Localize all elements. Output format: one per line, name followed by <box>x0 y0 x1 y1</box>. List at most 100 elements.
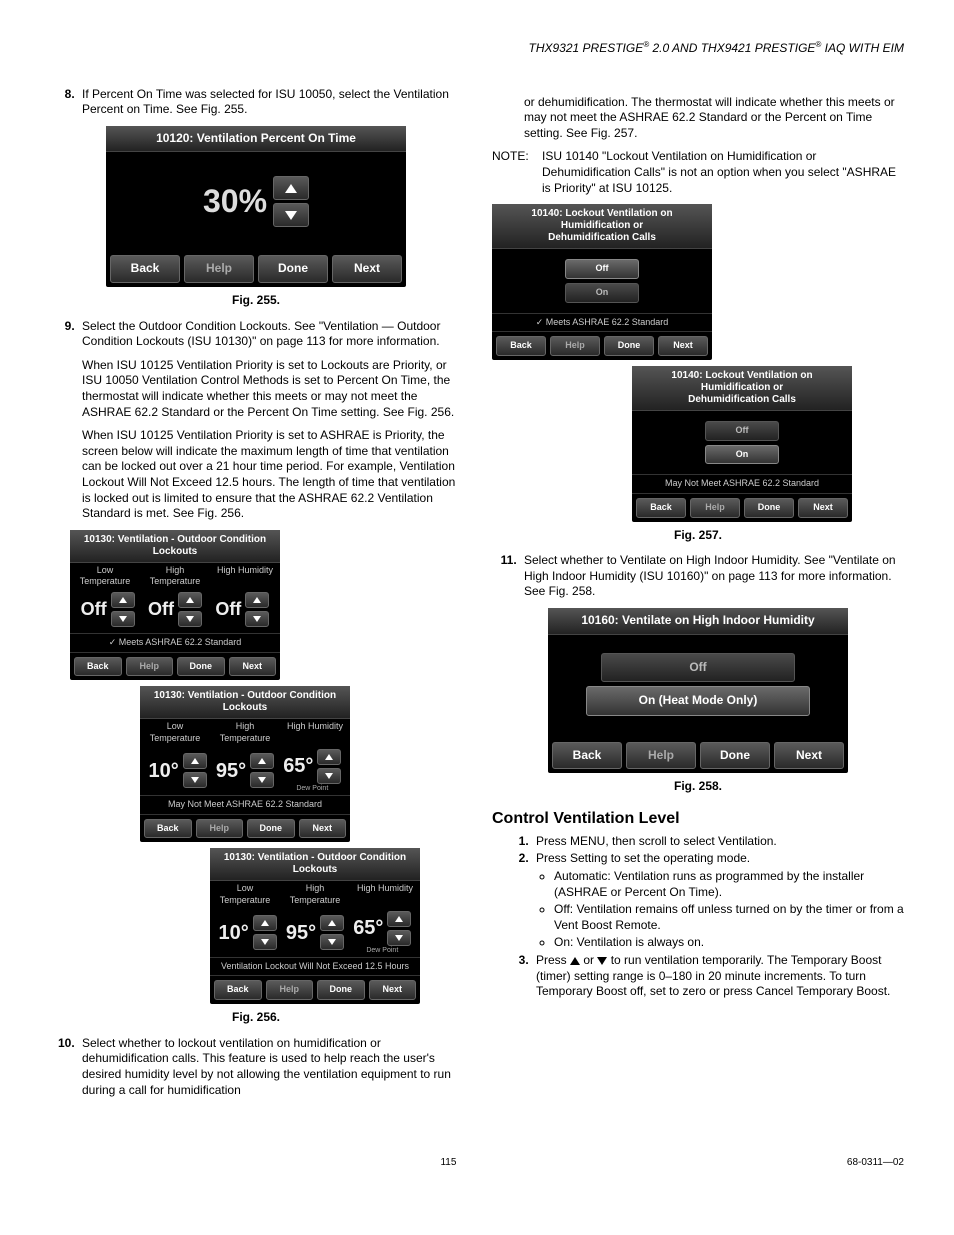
step-8: If Percent On Time was selected for ISU … <box>78 87 462 118</box>
down-arrow-button[interactable] <box>250 772 274 788</box>
down-triangle-icon <box>597 957 607 965</box>
cv-step-3: Press or to run ventilation temporarily.… <box>532 953 904 1000</box>
back-button[interactable]: Back <box>110 255 180 283</box>
screen-title: 10160: Ventilate on High Indoor Humidity <box>548 608 848 635</box>
back-button[interactable]: Back <box>74 657 122 677</box>
up-arrow-button[interactable] <box>387 911 411 927</box>
para-9b: When ISU 10125 Ventilation Priority is s… <box>82 428 462 522</box>
up-arrow-button[interactable] <box>273 176 309 200</box>
up-arrow-button[interactable] <box>320 915 344 931</box>
cv-bullet-auto: Automatic: Ventilation runs as programme… <box>554 869 904 900</box>
down-arrow-button[interactable] <box>317 768 341 784</box>
down-arrow-button[interactable] <box>178 611 202 627</box>
screen-title: 10140: Lockout Ventilation on Humidifica… <box>492 204 712 249</box>
down-arrow-button[interactable] <box>387 930 411 946</box>
back-button[interactable]: Back <box>214 980 262 1000</box>
dew-point-label: Dew Point <box>296 784 328 793</box>
val-hum: Off <box>215 598 241 621</box>
val-high: 95° <box>216 758 246 784</box>
next-button[interactable]: Next <box>299 819 347 839</box>
next-button[interactable]: Next <box>369 980 417 1000</box>
help-button[interactable]: Help <box>184 255 254 283</box>
down-arrow-button[interactable] <box>320 934 344 950</box>
screen-title: 10130: Ventilation - Outdoor Condition L… <box>210 848 420 881</box>
option-on-heat[interactable]: On (Heat Mode Only) <box>586 686 810 716</box>
next-button[interactable]: Next <box>658 336 708 356</box>
step-10: Select whether to lockout ventilation on… <box>78 1036 462 1098</box>
cont-10: or dehumidification. The thermostat will… <box>524 95 904 142</box>
hdr-high: High Temperature <box>140 563 210 590</box>
hdr-low: Low Temperature <box>140 719 210 746</box>
page-footer: 115 68-0311—02 <box>50 1156 904 1169</box>
cv-bullet-off: Off: Ventilation remains off unless turn… <box>554 902 904 933</box>
cv-step-2: Press Setting to set the operating mode.… <box>532 851 904 951</box>
hdr-high: High Temperature <box>280 881 350 908</box>
done-button[interactable]: Done <box>604 336 654 356</box>
up-arrow-button[interactable] <box>111 592 135 608</box>
done-button[interactable]: Done <box>247 819 295 839</box>
fig256-caption: Fig. 256. <box>50 1010 462 1026</box>
option-off[interactable]: Off <box>565 259 639 279</box>
down-arrow-button[interactable] <box>253 934 277 950</box>
down-arrow-button[interactable] <box>183 772 207 788</box>
section-heading: Control Ventilation Level <box>492 809 904 830</box>
done-button[interactable]: Done <box>258 255 328 283</box>
val-low: 10° <box>219 920 249 946</box>
option-off[interactable]: Off <box>705 421 779 441</box>
meets-standard: Meets ASHRAE 62.2 Standard <box>70 633 280 653</box>
next-button[interactable]: Next <box>332 255 402 283</box>
up-arrow-button[interactable] <box>178 592 202 608</box>
screen-title: 10120: Ventilation Percent On Time <box>106 126 406 153</box>
page-number: 115 <box>440 1156 456 1169</box>
option-on[interactable]: On <box>565 283 639 303</box>
back-button[interactable]: Back <box>636 498 686 518</box>
note-body: ISU 10140 "Lockout Ventilation on Humidi… <box>542 149 904 196</box>
back-button[interactable]: Back <box>144 819 192 839</box>
back-button[interactable]: Back <box>552 742 622 770</box>
up-arrow-button[interactable] <box>317 749 341 765</box>
help-button[interactable]: Help <box>550 336 600 356</box>
cv-step-1: Press MENU, then scroll to select Ventil… <box>532 834 904 850</box>
done-button[interactable]: Done <box>317 980 365 1000</box>
right-column: or dehumidification. The thermostat will… <box>492 87 904 1107</box>
page-header: THX9321 PRESTIGE® 2.0 AND THX9421 PRESTI… <box>50 40 904 57</box>
fig255-caption: Fig. 255. <box>50 293 462 309</box>
help-button[interactable]: Help <box>126 657 174 677</box>
up-arrow-button[interactable] <box>183 753 207 769</box>
fig257-screen-b: 10140: Lockout Ventilation on Humidifica… <box>632 366 852 522</box>
up-arrow-button[interactable] <box>245 592 269 608</box>
next-button[interactable]: Next <box>798 498 848 518</box>
down-arrow-button[interactable] <box>245 611 269 627</box>
val-low: 10° <box>149 758 179 784</box>
next-button[interactable]: Next <box>774 742 844 770</box>
done-button[interactable]: Done <box>700 742 770 770</box>
fig256-screen-b: 10130: Ventilation - Outdoor Condition L… <box>140 686 350 842</box>
help-button[interactable]: Help <box>196 819 244 839</box>
help-button[interactable]: Help <box>626 742 696 770</box>
val-low: Off <box>81 598 107 621</box>
maynot-standard: May Not Meet ASHRAE 62.2 Standard <box>140 795 350 815</box>
down-arrow-button[interactable] <box>273 203 309 227</box>
note-label: NOTE: <box>492 149 542 196</box>
next-button[interactable]: Next <box>229 657 277 677</box>
left-column: If Percent On Time was selected for ISU … <box>50 87 462 1107</box>
hdr-high: High Temperature <box>210 719 280 746</box>
hdr-low: Low Temperature <box>70 563 140 590</box>
maynot-standard: May Not Meet ASHRAE 62.2 Standard <box>632 474 852 494</box>
option-on[interactable]: On <box>705 445 779 465</box>
done-button[interactable]: Done <box>744 498 794 518</box>
help-button[interactable]: Help <box>266 980 314 1000</box>
up-arrow-button[interactable] <box>253 915 277 931</box>
back-button[interactable]: Back <box>496 336 546 356</box>
help-button[interactable]: Help <box>690 498 740 518</box>
done-button[interactable]: Done <box>177 657 225 677</box>
hdr-hum: High Humidity <box>350 881 420 908</box>
up-arrow-button[interactable] <box>250 753 274 769</box>
down-arrow-button[interactable] <box>111 611 135 627</box>
val-hum: 65° <box>353 915 383 941</box>
option-off[interactable]: Off <box>601 653 795 683</box>
step-9: Select the Outdoor Condition Lockouts. S… <box>78 319 462 350</box>
screen-title: 10140: Lockout Ventilation on Humidifica… <box>632 366 852 411</box>
fig256-screen-c: 10130: Ventilation - Outdoor Condition L… <box>210 848 420 1004</box>
meets-standard: Meets ASHRAE 62.2 Standard <box>492 313 712 333</box>
